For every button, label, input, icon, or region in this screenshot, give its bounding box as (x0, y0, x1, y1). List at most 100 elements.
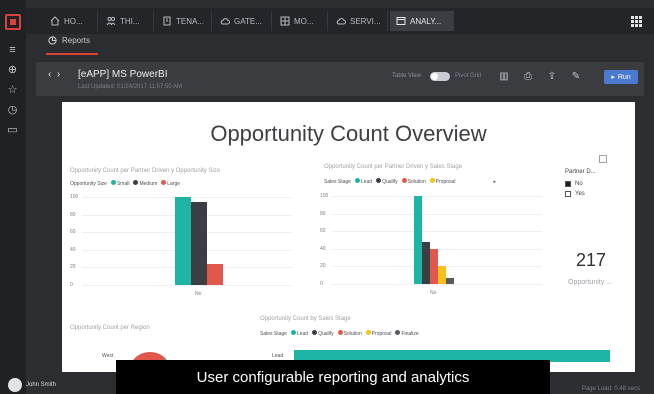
tab-gateways[interactable]: GATE... (214, 11, 272, 31)
reports-icon (48, 36, 57, 45)
bar-row-label: Lead (272, 353, 284, 359)
apps-grid-icon[interactable] (631, 16, 642, 27)
y-tick-label: 100 (320, 193, 329, 199)
gridline (332, 196, 542, 197)
y-tick-label: 80 (70, 211, 76, 218)
tab-monitor[interactable]: MO... (274, 11, 328, 31)
cloud-service-icon (336, 18, 346, 25)
y-tick-label: 60 (70, 229, 76, 236)
chart1-title: Opportunity Count per Partner Driven y O… (70, 168, 221, 174)
tab-things[interactable]: THI... (100, 11, 154, 31)
gridline (332, 284, 542, 285)
add-icon[interactable]: ⊕ (6, 64, 19, 77)
expand-icon[interactable] (599, 155, 607, 163)
share-icon[interactable]: ⇪ (546, 71, 558, 83)
report-canvas: Opportunity Count Overview Opportunity C… (62, 102, 635, 372)
table-view-toggle[interactable] (430, 72, 450, 81)
edit-icon[interactable]: ✎ (570, 71, 582, 83)
bar-qualify[interactable] (422, 241, 430, 284)
print-icon[interactable]: ⎙ (522, 71, 534, 83)
chart1-legend: Opportunity Size Small Medium Large (70, 180, 180, 187)
legend-item-proposal: Proposal (429, 178, 455, 185)
legend-title: Sales Stage (324, 178, 351, 185)
bar-small[interactable] (175, 197, 191, 285)
bar-solution[interactable] (430, 248, 438, 284)
report-title: [eAPP] MS PowerBI (78, 69, 168, 80)
tab-label: MO... (294, 16, 314, 26)
back-forward-arrows[interactable]: ‹ › (48, 69, 60, 80)
star-icon[interactable]: ☆ (6, 84, 19, 97)
tab-tenants[interactable]: TENA... (156, 11, 212, 31)
tab-home[interactable]: HO... (44, 11, 98, 31)
folder-icon[interactable]: ▭ (6, 124, 19, 137)
report-header: ‹ › [eAPP] MS PowerBI Last Updated: 01/2… (36, 62, 644, 96)
icon-rail: ≡ ⊕ ☆ ◷ ▭ (0, 0, 26, 394)
tab-analytics[interactable]: ANALY... (390, 11, 454, 31)
tab-label: TENA... (176, 16, 205, 26)
cloud-icon (220, 18, 230, 25)
chart-window-icon (396, 17, 406, 25)
tab-reports-label: Reports (62, 36, 91, 45)
y-tick-label: 0 (70, 282, 73, 288)
clock-icon[interactable]: ◷ (6, 104, 19, 117)
user-profile[interactable]: John Smith (8, 378, 56, 392)
gridline (82, 285, 292, 286)
legend-item-qualify: Qualify (376, 178, 398, 185)
legend-item-proposal: Proposal (365, 330, 391, 337)
slicer-title: Partner D... (565, 169, 596, 175)
legend-item-small: Small (110, 180, 129, 187)
run-label: Run (617, 73, 631, 81)
tab-reports[interactable]: Reports (48, 36, 90, 45)
bar-medium[interactable] (191, 202, 207, 285)
y-tick-label: 100 (70, 194, 79, 200)
last-updated: Last Updated: 01/24/2017 11:57:50 AM (78, 84, 182, 90)
y-tick-label: 40 (70, 246, 76, 253)
y-tick-label: 20 (70, 264, 76, 271)
legend-item-lead: Lead (354, 178, 372, 185)
legend-title: Sales Stage (260, 330, 287, 337)
chart4-legend: Sales Stage Lead Qualify Solution Propos… (260, 330, 419, 337)
legend-item-solution: Solution (401, 178, 426, 185)
chart-icon[interactable]: ▥ (498, 71, 510, 83)
gridline (332, 213, 542, 215)
checkbox-icon (565, 191, 571, 197)
legend-item-large: Large (161, 180, 180, 187)
active-tab-indicator (46, 53, 98, 55)
tab-label: THI... (120, 16, 140, 26)
tab-bar: HO... THI... TENA... GATE... MO... SERVI… (26, 8, 654, 34)
table-view-label: Table View (392, 73, 421, 79)
legend-item-finalize: Finalize (395, 330, 419, 337)
building-icon (163, 16, 171, 26)
bar-finalize[interactable] (446, 277, 454, 284)
chart3-title: Opportunity Count per Region (70, 325, 150, 331)
menu-icon[interactable]: ≡ (6, 44, 19, 57)
y-tick-label: 40 (320, 245, 326, 252)
slicer-option-yes[interactable]: Yes (565, 191, 585, 197)
caption-banner: User configurable reporting and analytic… (116, 360, 550, 394)
chart2-legend: Sales Stage Lead Qualify Solution Propos… (324, 178, 496, 185)
legend-scroll-arrow[interactable]: ▸ (493, 179, 496, 185)
tab-label: SERVI... (350, 16, 381, 26)
tab-services[interactable]: SERVI... (330, 11, 388, 31)
report-main-title: Opportunity Count Overview (210, 121, 487, 146)
legend-item-solution: Solution (337, 330, 362, 337)
bar-proposal[interactable] (438, 265, 446, 284)
kpi-label: Opportunity ... (568, 279, 612, 286)
avatar (8, 378, 22, 392)
slicer-option-no[interactable]: No (565, 181, 583, 187)
bar-large[interactable] (207, 263, 223, 285)
bar-lead[interactable] (414, 196, 422, 284)
run-button[interactable]: ▸ Run (604, 70, 638, 84)
y-tick-label: 0 (320, 281, 323, 287)
play-icon: ▸ (611, 74, 615, 81)
x-category-label: No (195, 291, 202, 297)
home-icon (50, 16, 60, 26)
tab-label: ANALY... (410, 16, 442, 26)
chart4-title: Opportunity Count by Sales Stage (260, 316, 351, 322)
app-logo (5, 14, 21, 30)
grid-monitor-icon (280, 16, 290, 26)
app-window: ≡ ⊕ ☆ ◷ ▭ HO... THI... TENA... GATE... M… (0, 0, 654, 394)
tab-label: HO... (64, 16, 83, 26)
people-icon (106, 16, 116, 26)
region-label: West (102, 353, 114, 359)
